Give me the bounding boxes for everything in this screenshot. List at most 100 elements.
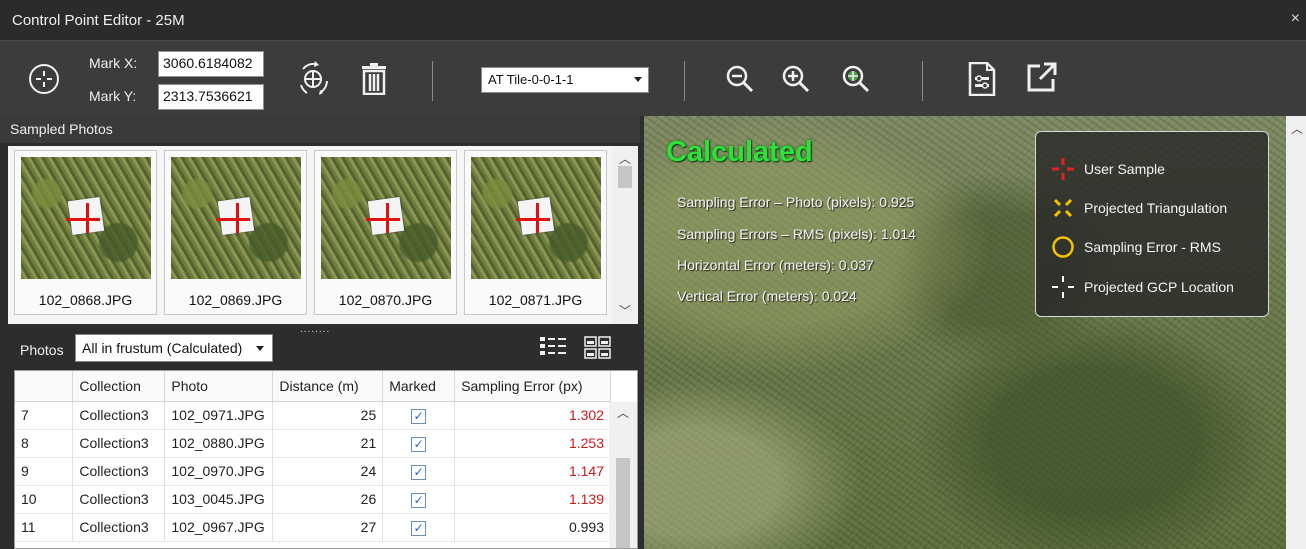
sampled-photos-strip: 102_0868.JPG 102_0869.JPG 102_0870.JPG 1… bbox=[8, 146, 638, 324]
row-photo: 102_0970.JPG bbox=[164, 457, 274, 486]
list-view-icon[interactable] bbox=[540, 336, 568, 363]
scrollbar-thumb[interactable] bbox=[618, 166, 632, 188]
report-icon[interactable] bbox=[962, 57, 1002, 101]
column-header-photo[interactable]: Photo bbox=[164, 371, 274, 402]
viewer-scrollbar[interactable]: ︿ bbox=[1286, 116, 1306, 549]
marked-checkbox[interactable]: ✓ bbox=[411, 520, 427, 536]
open-external-icon[interactable] bbox=[1022, 57, 1062, 97]
marked-checkbox[interactable]: ✓ bbox=[411, 436, 427, 452]
zoom-out-icon[interactable] bbox=[720, 59, 760, 99]
toolbar-divider bbox=[684, 61, 685, 101]
close-icon[interactable]: × bbox=[1291, 10, 1300, 28]
chevron-up-icon[interactable]: ︿ bbox=[617, 404, 629, 421]
photo-thumbnail[interactable]: 102_0869.JPG bbox=[164, 150, 307, 315]
marked-checkbox[interactable]: ✓ bbox=[411, 464, 427, 480]
row-index: 11 bbox=[15, 513, 74, 542]
auto-mark-icon[interactable] bbox=[290, 57, 338, 101]
column-header-marked[interactable]: Marked bbox=[382, 371, 456, 402]
row-distance: 26 bbox=[272, 485, 384, 514]
thumbnail-scrollbar[interactable]: ︿ ﹀ bbox=[612, 146, 638, 324]
row-photo: 102_0971.JPG bbox=[164, 401, 274, 430]
photo-thumbnail[interactable]: 102_0868.JPG bbox=[14, 150, 157, 315]
photos-label: Photos bbox=[20, 342, 64, 358]
chevron-up-icon[interactable]: ︿ bbox=[619, 150, 631, 167]
chevron-down-icon[interactable]: ﹀ bbox=[619, 302, 631, 319]
mark-x-field[interactable]: 3060.6184082 bbox=[158, 51, 264, 77]
row-sampling-error: 1.253 bbox=[454, 429, 611, 458]
photos-filter-value: All in frustum (Calculated) bbox=[82, 340, 243, 356]
mark-y-field[interactable]: 2313.7536621 bbox=[158, 84, 264, 110]
tile-select-value: AT Tile-0-0-1-1 bbox=[488, 72, 574, 87]
photo-viewer[interactable]: Calculated Sampling Error – Photo (pixel… bbox=[644, 116, 1286, 549]
row-collection: Collection3 bbox=[72, 457, 166, 486]
legend-item-sampling-error-rms: Sampling Error - RMS bbox=[1050, 234, 1221, 260]
sampling-error-rms: Sampling Errors – RMS (pixels): 1.014 bbox=[677, 226, 916, 242]
column-header-sampling-error[interactable]: Sampling Error (px) bbox=[454, 371, 611, 402]
marked-checkbox[interactable]: ✓ bbox=[411, 492, 427, 508]
mark-x-label: Mark X: bbox=[89, 55, 138, 71]
grid-view-icon[interactable] bbox=[584, 336, 612, 363]
photo-thumbnail-caption: 102_0871.JPG bbox=[488, 292, 583, 308]
legend-label: Projected Triangulation bbox=[1084, 200, 1228, 216]
photo-thumbnail-image bbox=[471, 157, 601, 279]
row-collection: Collection3 bbox=[72, 429, 166, 458]
legend-item-projected-triangulation: Projected Triangulation bbox=[1050, 195, 1227, 221]
row-distance: 21 bbox=[272, 429, 384, 458]
row-index: 9 bbox=[15, 457, 74, 486]
row-index: 10 bbox=[15, 485, 74, 514]
gcp-location-marker-icon bbox=[1050, 274, 1076, 300]
scrollbar-thumb[interactable] bbox=[616, 458, 630, 548]
zoom-to-point-icon[interactable] bbox=[836, 59, 876, 99]
photo-thumbnail-image bbox=[321, 157, 451, 279]
table-row[interactable]: 11 Collection3 102_0967.JPG 27 ✓ 0.993 bbox=[15, 513, 611, 542]
title-bar: Control Point Editor - 25M × bbox=[0, 0, 1306, 40]
legend-label: Projected GCP Location bbox=[1084, 279, 1234, 295]
table-scrollbar[interactable]: ︿ bbox=[609, 402, 637, 548]
trash-icon[interactable] bbox=[355, 57, 393, 101]
tile-select[interactable]: AT Tile-0-0-1-1 bbox=[481, 67, 649, 93]
window-title: Control Point Editor - 25M bbox=[12, 12, 185, 29]
left-panel: Sampled Photos 102_0868.JPG 102_0869.JPG… bbox=[0, 116, 640, 549]
photo-thumbnail[interactable]: 102_0870.JPG bbox=[314, 150, 457, 315]
crosshair-icon[interactable] bbox=[20, 55, 68, 103]
photos-filter-bar: Photos All in frustum (Calculated) bbox=[0, 328, 640, 368]
row-collection: Collection3 bbox=[72, 485, 166, 514]
legend: User Sample Projected Triangulation Samp… bbox=[1035, 131, 1269, 317]
toolbar: Mark X: 3060.6184082 Mark Y: 2313.753662… bbox=[0, 40, 1306, 116]
table-row[interactable]: 8 Collection3 102_0880.JPG 21 ✓ 1.253 bbox=[15, 429, 611, 458]
sampling-error-photo: Sampling Error – Photo (pixels): 0.925 bbox=[677, 194, 915, 210]
photos-filter-select[interactable]: All in frustum (Calculated) bbox=[75, 334, 273, 362]
toolbar-divider bbox=[922, 61, 923, 101]
row-distance: 27 bbox=[272, 513, 384, 542]
row-index: 8 bbox=[15, 429, 74, 458]
column-header-distance[interactable]: Distance (m) bbox=[272, 371, 384, 402]
photo-thumbnail-image bbox=[21, 157, 151, 279]
mark-y-label: Mark Y: bbox=[89, 88, 137, 104]
row-distance: 25 bbox=[272, 401, 384, 430]
row-marked: ✓ bbox=[382, 429, 456, 458]
row-sampling-error: 1.147 bbox=[454, 457, 611, 486]
marked-checkbox[interactable]: ✓ bbox=[411, 408, 427, 424]
row-index: 7 bbox=[15, 401, 74, 430]
row-sampling-error: 1.302 bbox=[454, 401, 611, 430]
table-row[interactable]: 9 Collection3 102_0970.JPG 24 ✓ 1.147 bbox=[15, 457, 611, 486]
table-row[interactable]: 10 Collection3 103_0045.JPG 26 ✓ 1.139 bbox=[15, 485, 611, 514]
chevron-up-icon[interactable]: ︿ bbox=[1291, 120, 1303, 137]
row-photo: 103_0045.JPG bbox=[164, 485, 274, 514]
column-header-index[interactable] bbox=[15, 371, 74, 402]
table-row[interactable]: 7 Collection3 102_0971.JPG 25 ✓ 1.302 bbox=[15, 401, 611, 430]
chevron-down-icon bbox=[256, 346, 264, 351]
row-photo: 102_0967.JPG bbox=[164, 513, 274, 542]
rms-circle-icon bbox=[1050, 234, 1076, 260]
table-header-row: Collection Photo Distance (m) Marked Sam… bbox=[15, 371, 611, 402]
calculated-status: Calculated bbox=[666, 136, 813, 168]
zoom-in-icon[interactable] bbox=[776, 59, 816, 99]
column-header-collection[interactable]: Collection bbox=[72, 371, 166, 402]
row-distance: 24 bbox=[272, 457, 384, 486]
legend-item-user-sample: User Sample bbox=[1050, 156, 1165, 182]
photo-thumbnail[interactable]: 102_0871.JPG bbox=[464, 150, 607, 315]
vertical-error: Vertical Error (meters): 0.024 bbox=[677, 288, 857, 304]
user-sample-marker-icon bbox=[1050, 156, 1076, 182]
horizontal-error: Horizontal Error (meters): 0.037 bbox=[677, 257, 874, 273]
row-marked: ✓ bbox=[382, 513, 456, 542]
